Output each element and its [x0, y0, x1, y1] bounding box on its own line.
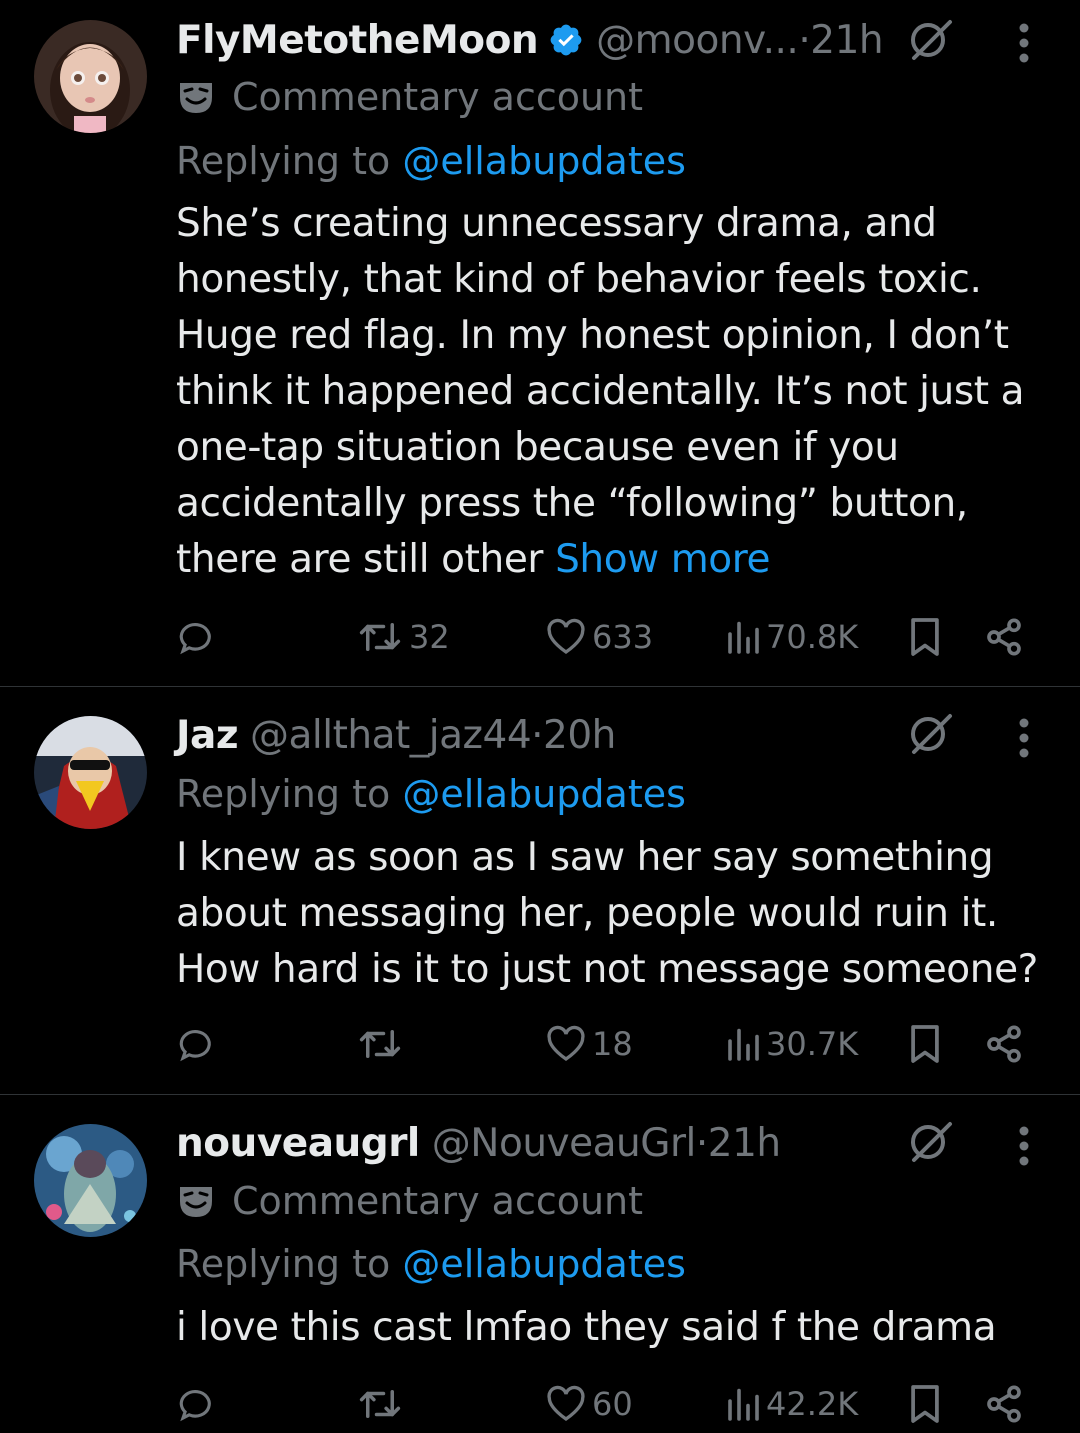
- replying-prefix: Replying to: [176, 1242, 403, 1286]
- grok-icon[interactable]: [904, 14, 956, 66]
- views-count: 30.7K: [766, 1025, 859, 1063]
- like-count: 60: [592, 1385, 633, 1423]
- tweet-header: nouveaugrl @NouveauGrl · 21h: [176, 1115, 781, 1171]
- theater-mask-icon: [176, 1181, 216, 1221]
- user-handle[interactable]: @moonv...: [596, 18, 799, 63]
- more-vertical-icon[interactable]: [1017, 22, 1031, 66]
- tweet-reply[interactable]: FlyMetotheMoon @moonv... · 21h Commentar…: [0, 0, 1080, 686]
- commentary-label-text: Commentary account: [232, 75, 644, 119]
- tweet-text: i love this cast lmfao they said f the d…: [176, 1300, 1046, 1356]
- commentary-label: Commentary account: [176, 72, 643, 122]
- verified-badge-icon[interactable]: [548, 22, 584, 58]
- views-button[interactable]: 42.2K: [724, 1379, 858, 1429]
- bookmark-button[interactable]: [908, 1379, 942, 1429]
- tweet-reply[interactable]: Jaz @allthat_jaz44 · 20h Replying to @el…: [0, 687, 1080, 1093]
- reply-icon: [176, 616, 218, 658]
- display-name[interactable]: Jaz: [176, 713, 239, 758]
- more-vertical-icon[interactable]: [1017, 717, 1031, 761]
- tweet-text-content: I knew as soon as I saw her say somethin…: [176, 835, 1038, 992]
- share-button[interactable]: [984, 1379, 1024, 1429]
- replying-to: Replying to @ellabupdates: [176, 1239, 686, 1289]
- tweet-text: She’s creating unnecessary drama, and ho…: [176, 196, 1046, 588]
- reply-button[interactable]: [176, 1379, 218, 1429]
- display-name[interactable]: FlyMetotheMoon: [176, 18, 539, 63]
- heart-icon: [546, 618, 586, 656]
- bookmark-icon: [908, 1383, 942, 1425]
- retweet-icon: [357, 1383, 403, 1425]
- reply-feed: FlyMetotheMoon @moonv... · 21h Commentar…: [0, 0, 1080, 1433]
- replying-prefix: Replying to: [176, 772, 403, 816]
- separator: ·: [531, 712, 544, 758]
- grok-icon[interactable]: [904, 708, 956, 760]
- bookmark-button[interactable]: [908, 612, 942, 662]
- tweet-text-content: She’s creating unnecessary drama, and ho…: [176, 201, 1025, 582]
- mention-link[interactable]: @ellabupdates: [402, 772, 686, 816]
- retweet-button[interactable]: 32: [357, 612, 450, 662]
- retweet-button[interactable]: [357, 1379, 409, 1429]
- bookmark-icon: [908, 616, 942, 658]
- display-name[interactable]: nouveaugrl: [176, 1121, 420, 1166]
- like-button[interactable]: 633: [546, 612, 653, 662]
- share-icon: [984, 1384, 1024, 1424]
- retweet-button[interactable]: [357, 1019, 409, 1069]
- avatar[interactable]: [34, 20, 147, 133]
- views-icon: [724, 1026, 760, 1062]
- user-handle[interactable]: @allthat_jaz44: [250, 713, 532, 758]
- timestamp[interactable]: 20h: [543, 713, 616, 758]
- user-handle[interactable]: @NouveauGrl: [432, 1121, 697, 1166]
- reply-icon: [176, 1023, 218, 1065]
- reply-button[interactable]: [176, 1019, 218, 1069]
- like-count: 18: [592, 1025, 633, 1063]
- share-icon: [984, 1024, 1024, 1064]
- views-button[interactable]: 70.8K: [724, 612, 858, 662]
- reply-button[interactable]: [176, 612, 218, 662]
- tweet-reply[interactable]: nouveaugrl @NouveauGrl · 21h Commentary …: [0, 1095, 1080, 1433]
- replying-to: Replying to @ellabupdates: [176, 136, 686, 186]
- reply-icon: [176, 1383, 218, 1425]
- heart-icon: [546, 1385, 586, 1423]
- views-count: 70.8K: [766, 618, 859, 656]
- like-button[interactable]: 18: [546, 1019, 633, 1069]
- timestamp[interactable]: 21h: [810, 18, 883, 63]
- replying-prefix: Replying to: [176, 139, 403, 183]
- views-count: 42.2K: [766, 1385, 859, 1423]
- share-button[interactable]: [984, 612, 1024, 662]
- separator: ·: [695, 1120, 708, 1166]
- retweet-count: 32: [409, 618, 450, 656]
- show-more-link[interactable]: Show more: [555, 537, 770, 582]
- mention-link[interactable]: @ellabupdates: [402, 139, 686, 183]
- tweet-text-content: i love this cast lmfao they said f the d…: [176, 1305, 997, 1350]
- like-button[interactable]: 60: [546, 1379, 633, 1429]
- commentary-label-text: Commentary account: [232, 1179, 644, 1223]
- timestamp[interactable]: 21h: [708, 1121, 781, 1166]
- avatar[interactable]: [34, 716, 147, 829]
- like-count: 633: [592, 618, 654, 656]
- share-button[interactable]: [984, 1019, 1024, 1069]
- separator: ·: [798, 17, 811, 63]
- views-button[interactable]: 30.7K: [724, 1019, 858, 1069]
- retweet-icon: [357, 1023, 403, 1065]
- replying-to: Replying to @ellabupdates: [176, 769, 686, 819]
- commentary-label: Commentary account: [176, 1176, 643, 1226]
- more-vertical-icon[interactable]: [1017, 1125, 1031, 1169]
- share-icon: [984, 617, 1024, 657]
- bookmark-icon: [908, 1023, 942, 1065]
- avatar[interactable]: [34, 1124, 147, 1237]
- heart-icon: [546, 1025, 586, 1063]
- bookmark-button[interactable]: [908, 1019, 942, 1069]
- retweet-icon: [357, 616, 403, 658]
- views-icon: [724, 619, 760, 655]
- tweet-header: FlyMetotheMoon @moonv... · 21h: [176, 12, 884, 68]
- theater-mask-icon: [176, 77, 216, 117]
- mention-link[interactable]: @ellabupdates: [402, 1242, 686, 1286]
- tweet-text: I knew as soon as I saw her say somethin…: [176, 830, 1056, 998]
- views-icon: [724, 1386, 760, 1422]
- grok-icon[interactable]: [904, 1116, 956, 1168]
- tweet-header: Jaz @allthat_jaz44 · 20h: [176, 707, 616, 763]
